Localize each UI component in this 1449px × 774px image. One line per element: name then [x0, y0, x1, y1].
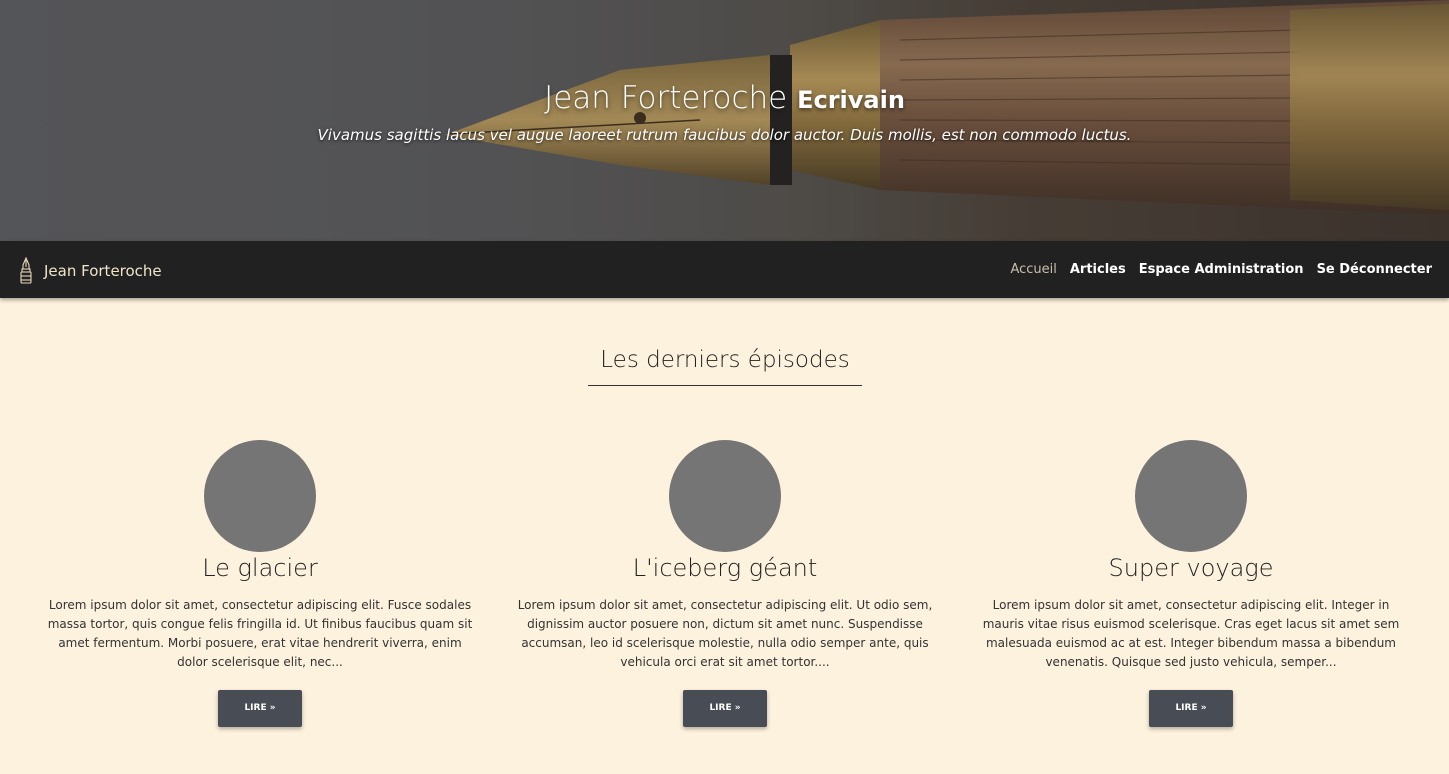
episode-card: Le glacier Lorem ipsum dolor sit amet, c…	[40, 440, 480, 727]
read-button[interactable]: LIRE »	[218, 690, 302, 727]
brand-name: Jean Forteroche	[44, 262, 162, 280]
hero-tagline: Vivamus sagittis lacus vel augue laoreet…	[317, 126, 1132, 144]
brand-link[interactable]: Jean Forteroche	[18, 257, 162, 285]
episode-title: Le glacier	[202, 554, 318, 582]
episode-excerpt: Lorem ipsum dolor sit amet, consectetur …	[982, 598, 1400, 669]
episode-image-placeholder	[1135, 440, 1247, 552]
section-title: Les derniers épisodes	[588, 347, 862, 386]
read-button[interactable]: LIRE »	[683, 690, 767, 727]
episode-excerpt: Lorem ipsum dolor sit amet, consectetur …	[47, 598, 473, 669]
read-button[interactable]: LIRE »	[1149, 690, 1233, 727]
episode-title: L'iceberg géant	[632, 554, 818, 582]
hero-overlay	[0, 0, 1449, 241]
nav-link-articles[interactable]: Articles	[1070, 262, 1126, 277]
hero-title: Jean Forteroche Ecrivain	[0, 80, 1449, 116]
episode-card: Super voyage Lorem ipsum dolor sit amet,…	[971, 440, 1411, 727]
episode-image-placeholder	[204, 440, 316, 552]
author-role: Ecrivain	[797, 86, 905, 114]
nav-link-accueil[interactable]: Accueil	[1010, 262, 1056, 277]
episode-card: L'iceberg géant Lorem ipsum dolor sit am…	[505, 440, 945, 727]
nav-link-admin[interactable]: Espace Administration	[1139, 262, 1304, 277]
hero-banner: Jean Forteroche Ecrivain Vivamus sagitti…	[0, 0, 1449, 241]
episode-image-placeholder	[669, 440, 781, 552]
nav-links: Accueil Articles Espace Administration S…	[1010, 241, 1432, 298]
nav-link-logout[interactable]: Se Déconnecter	[1317, 262, 1432, 277]
author-name: Jean Forteroche	[544, 80, 788, 116]
fountain-pen-icon	[20, 257, 32, 284]
episode-excerpt: Lorem ipsum dolor sit amet, consectetur …	[517, 598, 933, 669]
episode-title: Super voyage	[1108, 554, 1274, 582]
navbar: Jean Forteroche Accueil Articles Espace …	[0, 241, 1449, 298]
